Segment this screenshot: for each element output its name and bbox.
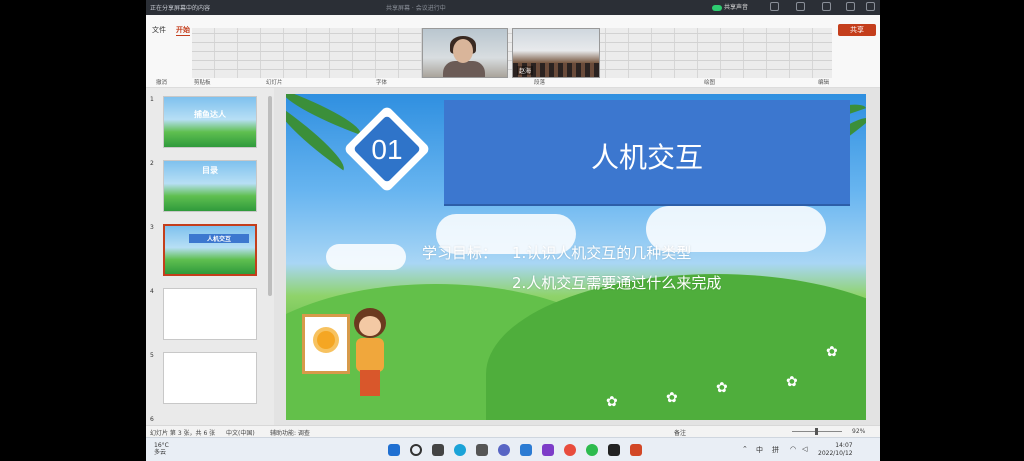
lily-flower: ✿ — [666, 390, 678, 406]
thumb-number: 6 — [150, 416, 154, 423]
meeting-status: 共享屏幕 · 会议进行中 — [386, 5, 446, 12]
section-number: 01 — [371, 134, 403, 165]
person-face — [453, 39, 473, 63]
wechat-icon[interactable] — [586, 444, 598, 456]
meeting-title: 正在分享屏幕中的内容 — [150, 5, 211, 12]
weather-desc: 多云 — [154, 449, 167, 456]
tab-file[interactable]: 文件 — [152, 25, 166, 35]
flower-painting — [317, 331, 335, 349]
lily-flower: ✿ — [826, 344, 838, 360]
weather-temp: 16°C — [154, 442, 169, 449]
app-icon[interactable] — [498, 444, 510, 456]
thumb-number: 1 — [150, 96, 154, 103]
slide-thumbnail-3[interactable]: 人机交互 — [163, 224, 257, 276]
girl-legs — [360, 370, 380, 396]
app-icon[interactable] — [564, 444, 576, 456]
thumbnails-scrollbar[interactable] — [268, 96, 272, 296]
lily-flower: ✿ — [606, 394, 618, 410]
group-paragraph: 段落 — [534, 80, 546, 86]
close-icon[interactable] — [866, 2, 875, 11]
thumb-title: 捕鱼达人 — [194, 110, 226, 119]
thumb-number: 5 — [150, 352, 154, 359]
thumb-title: 目录 — [202, 166, 218, 175]
lily-flower: ✿ — [786, 374, 798, 390]
wifi-icon[interactable]: ◠ — [790, 445, 796, 453]
slide-thumbnails-pane[interactable]: 1 捕鱼达人 2 目录 3 人机交互 4 5 6 — [146, 88, 275, 425]
accessibility-indicator[interactable]: 辅助功能: 调查 — [270, 428, 310, 437]
title-banner[interactable]: 人机交互 — [444, 100, 850, 206]
ime-pinyin[interactable]: 拼 — [772, 445, 779, 455]
taskbar-clock[interactable]: 14:07 2022/10/12 — [818, 442, 853, 458]
search-icon[interactable] — [410, 444, 422, 456]
girl-body — [356, 338, 384, 372]
thumb-number: 4 — [150, 288, 154, 295]
easel-illustration — [302, 314, 350, 374]
chevron-up-icon[interactable]: ⌃ — [742, 445, 748, 453]
girl-face — [359, 316, 381, 336]
language-indicator[interactable]: 中文(中国) — [226, 428, 255, 437]
minimize-icon[interactable] — [822, 2, 831, 11]
app-icon[interactable] — [542, 444, 554, 456]
toggle-icon — [712, 4, 722, 11]
objective-1[interactable]: 1.认识人机交互的几种类型 — [512, 242, 691, 263]
video-tile-teacher[interactable] — [422, 28, 508, 78]
objective-2[interactable]: 2.人机交互需要通过什么来完成 — [512, 272, 721, 293]
ime-chinese[interactable]: 中 — [756, 445, 763, 455]
app-icon[interactable] — [476, 444, 488, 456]
lily-flower: ✿ — [716, 380, 728, 396]
group-font: 字体 — [376, 80, 388, 86]
participant-name: 赵海 — [517, 66, 534, 75]
slide-thumbnail-4[interactable] — [163, 288, 257, 340]
slide-thumbnail-5[interactable] — [163, 352, 257, 404]
slide-editor[interactable]: 01 人机交互 学习目标： 1.认识人机交互的几种类型 2.人机交互需要通过什么… — [274, 88, 880, 425]
objective-label[interactable]: 学习目标： — [422, 242, 497, 263]
slide-thumbnail-1[interactable]: 捕鱼达人 — [163, 96, 257, 148]
camera-icon[interactable] — [796, 2, 805, 11]
thumb-number: 3 — [150, 224, 154, 231]
notes-button[interactable]: 备注 — [674, 428, 686, 437]
shared-screen: 正在分享屏幕中的内容 共享屏幕 · 会议进行中 共享声音 文件 开始 共享 撤消… — [146, 0, 880, 461]
clock-time: 14:07 — [835, 442, 853, 449]
powerpoint-icon[interactable] — [630, 444, 642, 456]
windows-taskbar: 16°C 多云 ⌃ 中 拼 ◠ ◁ 14:07 2022/10/12 — [146, 437, 880, 461]
group-editing: 编辑 — [818, 80, 830, 86]
weather-widget[interactable]: 16°C 多云 — [154, 442, 169, 456]
thumb-title: 人机交互 — [189, 234, 249, 243]
slide-title[interactable]: 人机交互 — [444, 136, 850, 176]
share-audio-toggle[interactable]: 共享声音 — [712, 2, 748, 11]
section-number-badge: 01 — [342, 104, 432, 194]
clock-date: 2022/10/12 — [818, 450, 853, 457]
share-button[interactable]: 共享 — [838, 24, 876, 36]
cloud — [326, 244, 406, 270]
person-body — [443, 61, 485, 77]
group-drawing: 绘图 — [704, 80, 716, 86]
group-undo: 撤消 — [156, 80, 168, 86]
start-icon[interactable] — [388, 444, 400, 456]
slide-thumbnail-2[interactable]: 目录 — [163, 160, 257, 212]
mic-icon[interactable] — [770, 2, 779, 11]
slide-counter: 幻灯片 第 3 张，共 6 张 — [150, 430, 216, 437]
restore-icon[interactable] — [846, 2, 855, 11]
tab-home[interactable]: 开始 — [176, 25, 190, 36]
share-audio-label: 共享声音 — [724, 4, 749, 11]
group-clipboard: 剪贴板 — [194, 80, 211, 86]
task-view-icon[interactable] — [432, 444, 444, 456]
meeting-toolbar: 正在分享屏幕中的内容 共享屏幕 · 会议进行中 共享声音 — [146, 0, 880, 15]
group-slides: 幻灯片 — [266, 80, 283, 86]
speaker-icon[interactable]: ◁ — [802, 445, 807, 453]
zoom-slider-handle[interactable] — [815, 428, 818, 435]
girl-illustration — [348, 308, 392, 398]
app-icon[interactable] — [608, 444, 620, 456]
app-icon[interactable] — [520, 444, 532, 456]
edge-icon[interactable] — [454, 444, 466, 456]
video-tile-classroom[interactable]: 赵海 — [512, 28, 600, 78]
zoom-level[interactable]: 92% — [852, 428, 865, 435]
slide-3[interactable]: 01 人机交互 学习目标： 1.认识人机交互的几种类型 2.人机交互需要通过什么… — [286, 94, 866, 420]
thumb-number: 2 — [150, 160, 154, 167]
